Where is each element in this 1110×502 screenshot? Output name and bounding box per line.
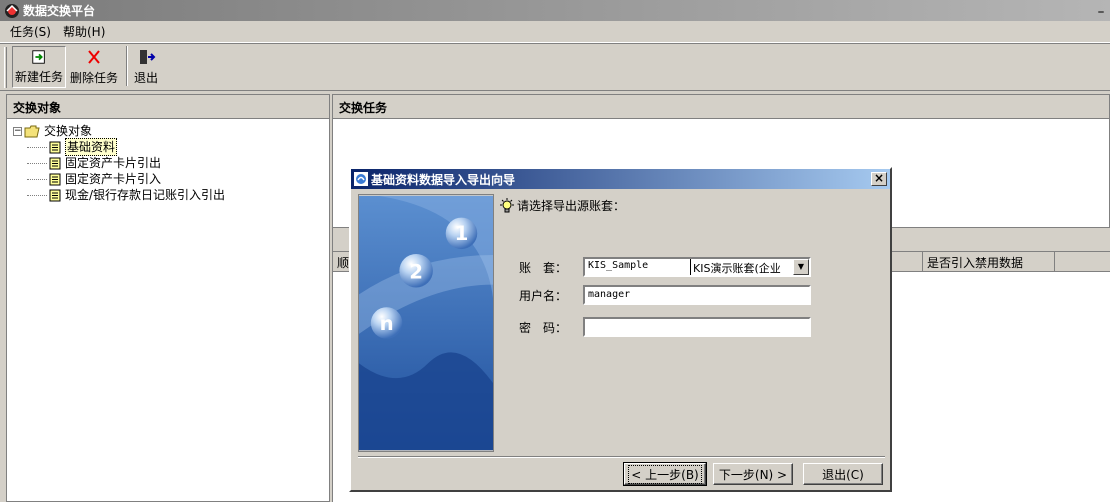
new-task-icon <box>32 50 45 64</box>
exit-label: 退出 <box>134 71 159 85</box>
tree-item[interactable]: 固定资产卡片引入 <box>13 171 329 187</box>
dialog-separator <box>358 456 885 458</box>
username-input[interactable]: manager <box>583 285 811 305</box>
exit-button[interactable]: 退出 <box>132 46 160 88</box>
collapse-icon[interactable]: − <box>13 126 22 136</box>
tree-root-label: 交换对象 <box>44 124 93 138</box>
toolbar-separator <box>126 46 129 86</box>
dialog-titlebar: 基础资料数据导入导出向导 × <box>351 169 890 189</box>
step-number-2: 2 <box>409 261 423 284</box>
password-row: 密 码： <box>519 317 811 337</box>
exit-dialog-button[interactable]: 退出(C) <box>803 463 883 485</box>
account-code: KIS_Sample <box>585 259 691 275</box>
lightbulb-icon <box>500 197 514 212</box>
folder-icon <box>24 125 40 137</box>
dropdown-arrow-icon[interactable]: ▼ <box>793 259 809 275</box>
dialog-prompt: 请选择导出源账套： <box>499 197 625 214</box>
document-icon <box>49 189 61 201</box>
tree-item[interactable]: 固定资产卡片引出 <box>13 155 329 171</box>
tree-item-label: 固定资产卡片引出 <box>65 156 162 170</box>
account-label: 账 套： <box>519 260 568 275</box>
document-icon <box>49 157 61 169</box>
tree-item-label: 固定资产卡片引入 <box>65 172 162 186</box>
account-select[interactable]: KIS_Sample KIS演示账套(企业 ▼ <box>583 257 811 277</box>
new-task-button[interactable]: 新建任务 <box>12 46 67 88</box>
window-title: 数据交换平台 <box>23 4 96 18</box>
account-row: 账 套： KIS_Sample KIS演示账套(企业 ▼ <box>519 257 811 277</box>
left-pane-header: 交换对象 <box>7 95 329 119</box>
username-row: 用户名： manager <box>519 285 811 305</box>
close-icon[interactable]: × <box>871 172 887 186</box>
minimize-button[interactable]: _ <box>1094 1 1108 17</box>
tree-item[interactable]: 现金/银行存款日记账引入引出 <box>13 187 329 203</box>
password-label: 密 码： <box>519 320 568 335</box>
username-label: 用户名： <box>519 288 568 303</box>
wizard-icon <box>354 172 368 186</box>
next-button[interactable]: 下一步(N) > <box>713 463 793 485</box>
delete-task-label: 删除任务 <box>70 71 119 85</box>
toolbar-grip[interactable] <box>4 47 7 88</box>
document-icon <box>49 173 61 185</box>
prev-button[interactable]: < 上一步(B) <box>623 462 707 486</box>
tree-item-label: 现金/银行存款日记账引入引出 <box>65 188 226 202</box>
tree-root[interactable]: − 交换对象 <box>13 123 329 139</box>
menu-help[interactable]: 帮助(H) <box>57 23 111 40</box>
dialog-title: 基础资料数据导入导出向导 <box>371 172 516 187</box>
menubar: 任务(S) 帮助(H) <box>0 21 1110 43</box>
window-titlebar: 数据交换平台 _ <box>0 0 1110 21</box>
wizard-banner-image: 1 2 n <box>358 194 494 452</box>
prompt-text: 请选择导出源账套： <box>517 199 626 213</box>
tree-item-label: 基础资料 <box>65 138 118 156</box>
menu-task[interactable]: 任务(S) <box>4 23 57 40</box>
exit-dialog-label: 退出(C) <box>822 467 864 482</box>
right-pane-header: 交换任务 <box>333 95 1109 119</box>
exchange-object-pane: 交换对象 − 交换对象 基础资料 固定资产卡片引出 固定资产卡片引入 现金/银行… <box>6 94 330 502</box>
step-number-1: 1 <box>455 222 469 245</box>
tree-item[interactable]: 基础资料 <box>13 138 329 156</box>
document-icon <box>49 141 61 153</box>
next-button-label: 下一步(N) > <box>718 467 788 482</box>
password-input[interactable] <box>583 317 811 337</box>
import-export-wizard-dialog: 基础资料数据导入导出向导 × 1 2 n 请选择导出源账套： 账 套： KIS_… <box>349 167 892 492</box>
exit-door-icon <box>140 50 156 64</box>
new-task-label: 新建任务 <box>15 70 64 84</box>
step-number-n: n <box>380 312 394 335</box>
prev-button-label: < 上一步(B) <box>628 464 702 484</box>
account-name: KIS演示账套(企业 <box>693 262 781 275</box>
delete-icon <box>88 50 100 64</box>
delete-task-button[interactable]: 删除任务 <box>68 46 120 88</box>
toolbar: 新建任务 删除任务 退出 <box>0 43 1110 91</box>
object-tree: − 交换对象 基础资料 固定资产卡片引出 固定资产卡片引入 现金/银行存款日记账… <box>7 119 329 203</box>
app-icon <box>5 3 19 18</box>
grid-col-import-disabled[interactable]: 是否引入禁用数据 <box>923 252 1055 271</box>
